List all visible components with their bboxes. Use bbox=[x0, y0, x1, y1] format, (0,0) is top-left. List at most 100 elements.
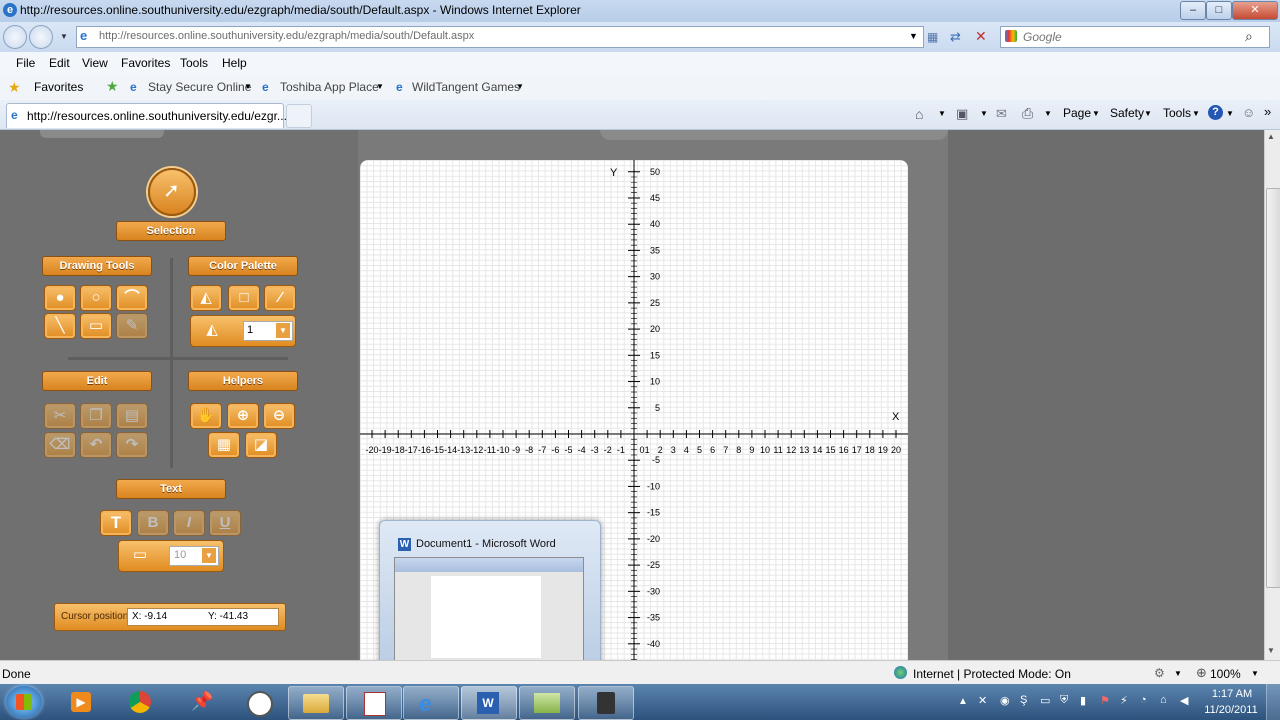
fav-link-stay-secure[interactable]: Stay Secure Online bbox=[148, 80, 251, 94]
grid-toggle-button[interactable]: ▦ bbox=[208, 432, 240, 458]
chevron-down-icon[interactable]: ▼ bbox=[516, 82, 524, 91]
fav-link-wildtangent[interactable]: WildTangent Games bbox=[412, 80, 520, 94]
menu-view[interactable]: View bbox=[82, 56, 108, 70]
copy-button[interactable]: ❐ bbox=[80, 403, 112, 429]
zoom-in-button[interactable]: ⊕ bbox=[227, 403, 259, 429]
compatibility-view-icon[interactable]: ▦ bbox=[927, 30, 941, 44]
chevron-down-icon[interactable]: ▼ bbox=[1044, 109, 1052, 118]
taskbar-thumbnail-preview[interactable]: W Document1 - Microsoft Word bbox=[379, 520, 601, 677]
chevron-down-icon[interactable]: ▼ bbox=[1192, 109, 1200, 118]
start-button[interactable] bbox=[6, 686, 42, 718]
tray-shield-icon[interactable]: ⛨ bbox=[1060, 694, 1068, 707]
zoom-level[interactable]: 100% bbox=[1210, 667, 1241, 681]
eyedropper-button[interactable]: ⁄ bbox=[264, 285, 296, 311]
tab-active[interactable]: e http://resources.online.southuniversit… bbox=[6, 103, 287, 128]
tray-battery-icon[interactable]: ▮ bbox=[1080, 694, 1086, 707]
chevron-down-icon[interactable]: ▼ bbox=[1174, 669, 1182, 678]
text-color-icon[interactable]: ▭ bbox=[125, 543, 155, 567]
favorites-button[interactable]: Favorites bbox=[34, 80, 83, 94]
paste-button[interactable]: ▤ bbox=[116, 403, 148, 429]
white-color-button[interactable]: □ bbox=[228, 285, 260, 311]
undo-button[interactable]: ↶ bbox=[80, 432, 112, 458]
add-favorite-icon[interactable]: ★ bbox=[106, 78, 119, 95]
taskbar-word[interactable]: W bbox=[461, 686, 517, 720]
point-tool-button[interactable]: ● bbox=[44, 285, 76, 311]
tray-disk-icon[interactable]: ◉ bbox=[1000, 694, 1010, 707]
tray-monitor-icon[interactable]: ▭ bbox=[1040, 694, 1050, 707]
taskbar-media-player[interactable]: ▶ bbox=[54, 686, 108, 718]
chevron-down-icon[interactable]: ▼ bbox=[1144, 109, 1152, 118]
chevron-down-icon[interactable]: ▼ bbox=[202, 548, 216, 563]
mail-icon[interactable]: ✉ bbox=[996, 106, 1007, 122]
menu-help[interactable]: Help bbox=[222, 56, 247, 70]
chevron-down-icon[interactable]: ▼ bbox=[1092, 109, 1100, 118]
taskbar-projector-app[interactable] bbox=[578, 686, 634, 720]
menu-favorites[interactable]: Favorites bbox=[121, 56, 170, 70]
tray-flag-icon[interactable]: ⚑ bbox=[1100, 694, 1110, 707]
feeds-icon[interactable]: ▣ bbox=[956, 106, 968, 122]
safety-menu[interactable]: Safety bbox=[1110, 106, 1144, 120]
volume-icon[interactable]: ◀ bbox=[1180, 694, 1188, 707]
italic-button[interactable]: I bbox=[173, 510, 205, 536]
curve-tool-button[interactable]: ⌒ bbox=[116, 285, 148, 311]
selection-tool-button[interactable]: ➚ bbox=[148, 168, 196, 216]
taskbar-pin-app[interactable]: 📌 bbox=[172, 686, 226, 718]
search-icon[interactable]: ⌕ bbox=[1245, 28, 1253, 45]
maximize-button[interactable]: □ bbox=[1206, 1, 1232, 20]
line-color-icon[interactable]: ◭ bbox=[197, 318, 227, 342]
url-dropdown-icon[interactable]: ▼ bbox=[909, 31, 918, 41]
tray-tools-icon[interactable]: ✕ bbox=[978, 694, 987, 707]
chevron-down-icon[interactable]: ▼ bbox=[980, 109, 988, 118]
tray-network-icon[interactable]: ◔ bbox=[1140, 694, 1147, 706]
clock-date[interactable]: 11/20/2011 bbox=[1200, 704, 1262, 716]
back-button[interactable] bbox=[3, 25, 27, 49]
close-window-button[interactable]: ✕ bbox=[1232, 1, 1278, 20]
line-width-select[interactable]: 1 ▼ bbox=[243, 321, 293, 341]
print-icon[interactable]: ⎙ bbox=[1022, 105, 1033, 122]
taskbar-explorer[interactable] bbox=[288, 686, 344, 720]
fav-link-toshiba[interactable]: Toshiba App Place bbox=[280, 80, 379, 94]
scroll-down-icon[interactable]: ▼ bbox=[1267, 646, 1275, 655]
vertical-scrollbar[interactable]: ▲ ▼ bbox=[1264, 130, 1280, 660]
chevron-down-icon[interactable]: ▼ bbox=[1251, 669, 1259, 678]
url-field[interactable]: e http://resources.online.southuniversit… bbox=[76, 26, 924, 48]
more-icon[interactable]: » bbox=[1264, 104, 1271, 119]
page-menu[interactable]: Page bbox=[1063, 106, 1091, 120]
home-icon[interactable]: ⌂ bbox=[915, 106, 923, 122]
freehand-tool-button[interactable]: ✎ bbox=[116, 313, 148, 339]
chevron-down-icon[interactable]: ▼ bbox=[276, 323, 290, 338]
scroll-up-icon[interactable]: ▲ bbox=[1267, 132, 1275, 141]
tools-menu[interactable]: Tools bbox=[1163, 106, 1191, 120]
minimize-button[interactable]: – bbox=[1180, 1, 1206, 20]
clock-time[interactable]: 1:17 AM bbox=[1208, 688, 1256, 700]
menu-edit[interactable]: Edit bbox=[49, 56, 70, 70]
chevron-down-icon[interactable]: ▼ bbox=[1226, 109, 1234, 118]
scroll-thumb[interactable] bbox=[1266, 188, 1280, 588]
search-input[interactable]: Google ⌕ bbox=[1000, 26, 1270, 48]
chevron-down-icon[interactable]: ▼ bbox=[244, 82, 252, 91]
underline-button[interactable]: U bbox=[209, 510, 241, 536]
line-tool-button[interactable]: ╲ bbox=[44, 313, 76, 339]
bold-button[interactable]: B bbox=[137, 510, 169, 536]
taskbar-internet-explorer[interactable]: e bbox=[403, 686, 459, 720]
axes-toggle-button[interactable]: ◪ bbox=[245, 432, 277, 458]
chevron-down-icon[interactable]: ▼ bbox=[376, 82, 384, 91]
show-desktop-button[interactable] bbox=[1266, 684, 1280, 720]
cut-button[interactable]: ✂ bbox=[44, 403, 76, 429]
help-icon[interactable]: ? bbox=[1208, 105, 1223, 120]
font-size-select[interactable]: 10 ▼ bbox=[169, 546, 219, 566]
recent-pages-dropdown-icon[interactable]: ▼ bbox=[60, 32, 68, 41]
text-tool-button[interactable]: T bbox=[100, 510, 132, 536]
tray-up-arrow-icon[interactable]: ▲ bbox=[958, 696, 968, 707]
tray-power-icon[interactable]: ⌂ bbox=[1160, 694, 1167, 706]
new-tab-button[interactable] bbox=[286, 104, 312, 128]
menu-tools[interactable]: Tools bbox=[180, 56, 208, 70]
tray-s-icon[interactable]: Ş bbox=[1020, 694, 1027, 706]
taskbar-calendar-app[interactable] bbox=[346, 686, 402, 720]
tray-wifi-icon[interactable]: ⚡ bbox=[1120, 694, 1128, 707]
pan-tool-button[interactable]: ✋ bbox=[190, 403, 222, 429]
taskbar-chrome[interactable] bbox=[113, 686, 167, 718]
rectangle-tool-button[interactable]: ▭ bbox=[80, 313, 112, 339]
circle-tool-button[interactable]: ○ bbox=[80, 285, 112, 311]
stop-icon[interactable]: ✕ bbox=[975, 28, 987, 45]
